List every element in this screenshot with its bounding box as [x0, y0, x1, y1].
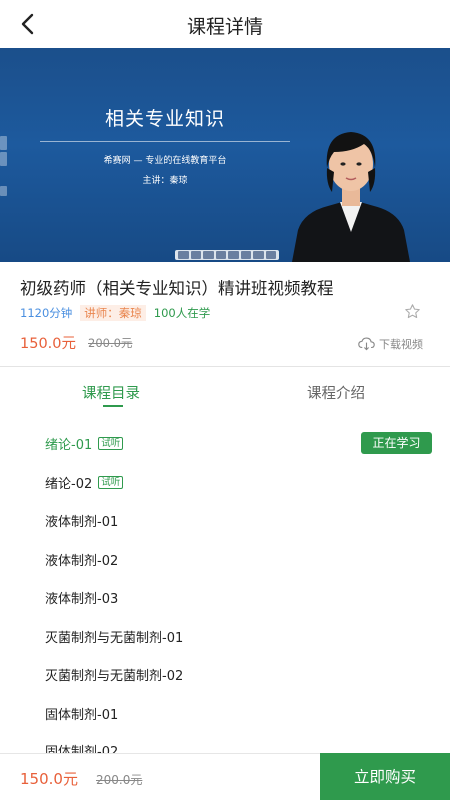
page-title: 课程详情 — [186, 16, 263, 38]
video-slide-subtitle: 希赛网 — 专业的在线教育平台 — [103, 156, 227, 166]
lesson-item[interactable]: 绪论-01 试听 — [45, 433, 124, 453]
lesson-item[interactable]: 液体制剂-03 — [45, 587, 118, 607]
lesson-title: 绪论-01 — [45, 437, 93, 453]
bottom-original-price: 200.0元 — [96, 773, 143, 787]
trial-badge: 试听 — [98, 436, 124, 450]
section-divider — [0, 366, 450, 367]
tab-catalog[interactable]: 课程目录 — [82, 382, 140, 403]
bottom-purchase-bar: 150.0元 200.0元 立即购买 — [0, 753, 450, 800]
video-slide-divider — [40, 141, 290, 142]
lecturer-figure — [292, 132, 410, 262]
video-side-handle — [0, 152, 7, 166]
lesson-title: 液体制剂-01 — [45, 514, 119, 530]
lesson-item[interactable]: 绪论-02 试听 — [45, 472, 124, 492]
course-meta: 1120分钟 讲师：秦琼 100人在学 — [20, 304, 210, 322]
course-duration: 1120分钟 — [20, 306, 73, 320]
lesson-item[interactable]: 液体制剂-01 — [45, 510, 118, 530]
course-title: 初级药师（相关专业知识）精讲班视频教程 — [20, 279, 334, 298]
video-control-toolbar[interactable] — [175, 250, 279, 260]
video-player[interactable]: 相关专业知识 希赛网 — 专业的在线教育平台 主讲：秦琼 — [0, 48, 450, 262]
lesson-item[interactable]: 灭菌制剂与无菌制剂-02 — [45, 664, 183, 684]
course-price: 150.0元 — [20, 336, 77, 352]
tab-intro[interactable]: 课程介绍 — [307, 382, 365, 403]
lesson-title: 灭菌制剂与无菌制剂-01 — [45, 630, 184, 646]
lesson-title: 液体制剂-02 — [45, 553, 119, 569]
cloud-download-icon — [358, 337, 375, 351]
lesson-title: 绪论-02 — [45, 476, 93, 492]
video-side-handle — [0, 136, 7, 150]
lesson-title: 灭菌制剂与无菌制剂-02 — [45, 668, 184, 684]
top-bar: 课程详情 — [0, 0, 450, 48]
lesson-item[interactable]: 固体制剂-01 — [45, 703, 118, 723]
video-slide-lecturer: 主讲：秦琼 — [142, 176, 188, 186]
studying-button[interactable]: 正在学习 — [361, 432, 432, 454]
lesson-item[interactable]: 灭菌制剂与无菌制剂-01 — [45, 626, 183, 646]
lesson-item[interactable]: 液体制剂-02 — [45, 549, 118, 569]
learner-count: 100人在学 — [153, 306, 211, 320]
video-slide-title: 相关专业知识 — [104, 108, 225, 130]
lesson-title: 固体制剂-01 — [45, 707, 119, 723]
tab-active-indicator — [103, 405, 123, 407]
download-label: 下载视频 — [379, 338, 423, 351]
course-original-price: 200.0元 — [88, 336, 133, 350]
teacher-tag: 讲师：秦琼 — [80, 305, 146, 321]
download-video-button[interactable]: 下载视频 — [358, 336, 423, 352]
bottom-price: 150.0元 — [20, 770, 78, 788]
lesson-title: 液体制剂-03 — [45, 591, 119, 607]
trial-badge: 试听 — [98, 475, 124, 489]
favorite-star-icon[interactable] — [404, 303, 421, 320]
video-side-handle — [0, 186, 7, 196]
buy-now-button[interactable]: 立即购买 — [320, 753, 450, 800]
